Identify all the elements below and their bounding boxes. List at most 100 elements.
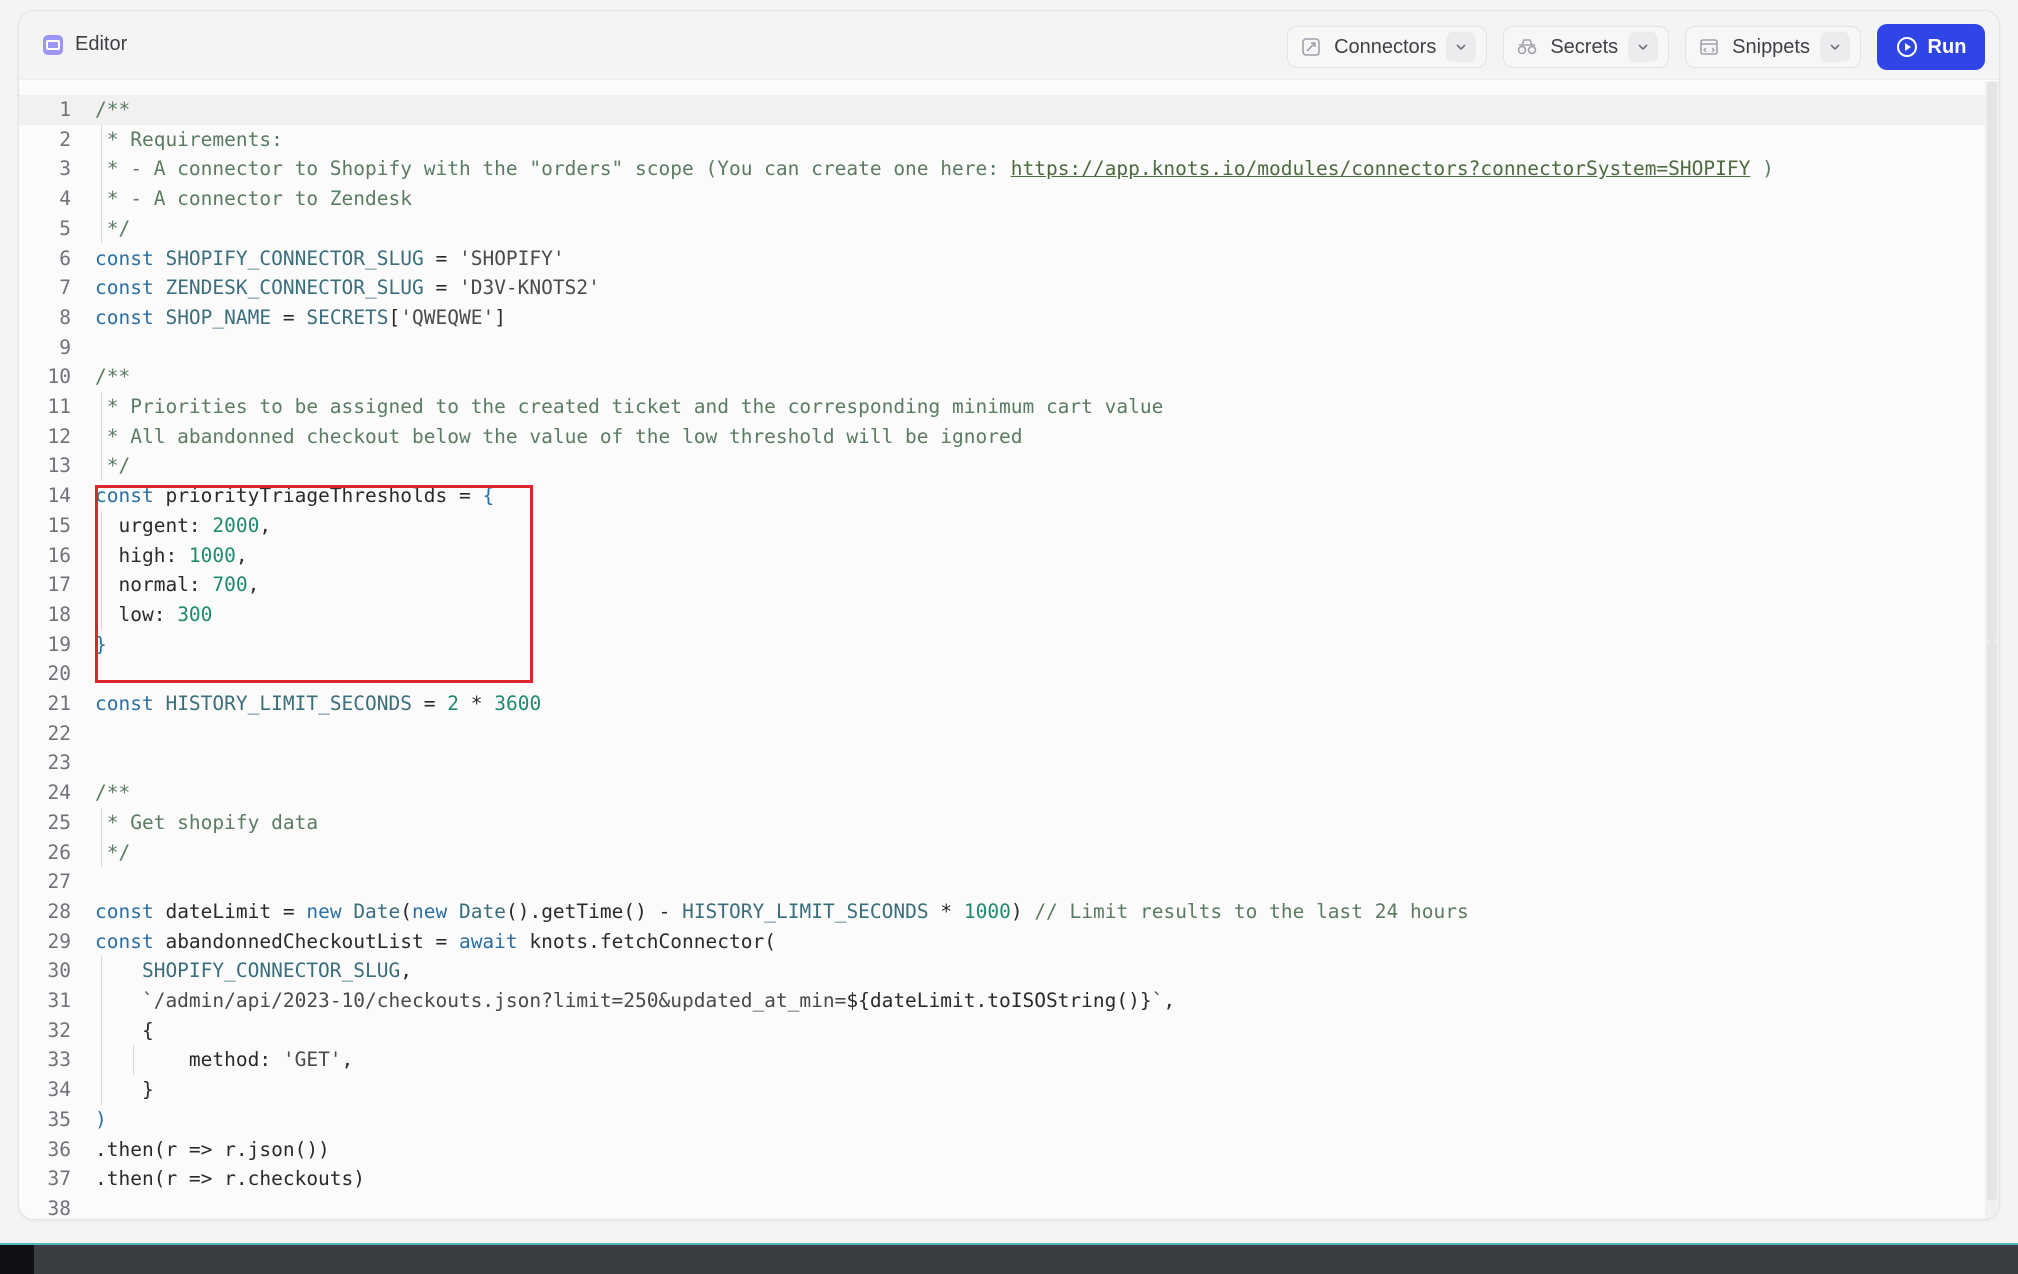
line-number: 1 xyxy=(59,98,71,121)
code-token: * Requirements: xyxy=(95,127,283,151)
code-token: new xyxy=(306,899,354,923)
code-line[interactable]: 27 xyxy=(19,867,1985,897)
code-token: } xyxy=(95,1078,154,1102)
code-token: = xyxy=(423,246,459,270)
indent-guide xyxy=(101,807,102,868)
code-line[interactable]: 38 xyxy=(19,1194,1985,1220)
code-line[interactable]: 21 const HISTORY_LIMIT_SECONDS = 2 * 3600 xyxy=(19,689,1985,719)
line-number: 19 xyxy=(47,632,71,656)
code-token: abandonnedCheckoutList = xyxy=(165,929,459,953)
chevron-down-icon[interactable] xyxy=(1446,32,1477,62)
code-token: 'GET' xyxy=(282,1048,342,1072)
editor-title: Editor xyxy=(75,33,128,55)
chevron-down-icon[interactable] xyxy=(1628,32,1659,62)
scrollbar[interactable] xyxy=(1985,81,1999,1219)
code-line[interactable]: 4 * - A connector to Zendesk xyxy=(19,184,1985,214)
code-text: } xyxy=(95,1075,154,1105)
code-line[interactable]: 36 .then(r => r.json()) xyxy=(19,1135,1985,1165)
code-token: const xyxy=(95,246,166,270)
code-line[interactable]: 9 xyxy=(19,333,1985,363)
code-line[interactable]: 3 * - A connector to Shopify with the "o… xyxy=(19,154,1985,184)
line-number: 32 xyxy=(47,1018,71,1042)
code-line[interactable]: 12 * All abandonned checkout below the v… xyxy=(19,422,1985,452)
code-token: 'QWEQWE' xyxy=(400,305,495,329)
line-number: 26 xyxy=(47,840,71,864)
code-token: 2 xyxy=(447,692,459,715)
code-text: * Priorities to be assigned to the creat… xyxy=(95,392,1164,422)
editor-icon xyxy=(43,34,63,55)
code-line[interactable]: 25 * Get shopify data xyxy=(19,808,1985,838)
code-link[interactable]: https://app.knots.io/modules/connectors?… xyxy=(1011,157,1751,180)
code-token: 'SHOPIFY' xyxy=(458,246,565,270)
code-token: = xyxy=(423,276,459,300)
code-line[interactable]: 8 const SHOP_NAME = SECRETS['QWEQWE'] xyxy=(19,303,1985,333)
scrollbar-thumb-lower[interactable] xyxy=(1987,641,1997,1201)
code-line[interactable]: 29 const abandonnedCheckoutList = await k… xyxy=(19,927,1985,957)
line-number: 13 xyxy=(47,454,71,478)
play-icon xyxy=(1896,36,1918,58)
code-line[interactable]: 28 const dateLimit = new Date(new Date().… xyxy=(19,897,1985,927)
chevron-down-icon[interactable] xyxy=(1820,32,1850,62)
line-number: 38 xyxy=(47,1196,71,1220)
code-token: const xyxy=(95,899,166,923)
editor-panel: Editor Connectors Secrets Snippets Run 1… xyxy=(18,10,2000,1220)
code-text: const ZENDESK_CONNECTOR_SLUG = 'D3V-KNOT… xyxy=(95,273,600,303)
line-number: 23 xyxy=(47,751,71,775)
scrollbar-thumb[interactable] xyxy=(1987,81,1997,641)
code-token: Date xyxy=(459,899,506,923)
code-line[interactable]: 10 /** xyxy=(19,362,1985,392)
line-number: 37 xyxy=(47,1167,71,1191)
code-line[interactable]: 2 * Requirements: xyxy=(19,125,1985,155)
code-token: /** xyxy=(95,781,131,805)
code-line[interactable]: 22 xyxy=(19,719,1985,749)
code-token: new xyxy=(412,899,459,923)
code-line[interactable]: 30 SHOPIFY_CONNECTOR_SLUG, xyxy=(19,956,1985,986)
toolbar: Connectors Secrets Snippets Run xyxy=(1287,24,1985,70)
code-token: , xyxy=(1163,989,1176,1012)
code-token: /** xyxy=(95,365,131,389)
code-line[interactable]: 6 const SHOPIFY_CONNECTOR_SLUG = 'SHOPIFY… xyxy=(19,244,1985,274)
code-text: * All abandonned checkout below the valu… xyxy=(95,422,1023,452)
code-token: /** xyxy=(95,98,131,121)
code-token: ZENDESK_CONNECTOR_SLUG xyxy=(165,276,424,300)
code-text: * Get shopify data xyxy=(95,808,318,838)
secrets-button[interactable]: Secrets xyxy=(1503,26,1670,68)
code-token: , xyxy=(341,1048,354,1072)
code-text: const SHOP_NAME = SECRETS['QWEQWE'] xyxy=(95,303,506,333)
code-token: ${dateLimit.toISOString()} xyxy=(846,989,1152,1012)
connectors-button[interactable]: Connectors xyxy=(1287,26,1488,68)
code-line[interactable]: 5 */ xyxy=(19,214,1985,244)
start-button[interactable] xyxy=(0,1245,34,1274)
code-token: HISTORY_LIMIT_SECONDS xyxy=(682,899,929,923)
code-line[interactable]: 37 .then(r => r.checkouts) xyxy=(19,1164,1985,1194)
code-line[interactable]: 24 /** xyxy=(19,778,1985,808)
code-token: .then(r => r.checkouts) xyxy=(95,1167,366,1191)
code-line[interactable]: 31 `/admin/api/2023-10/checkouts.json?li… xyxy=(19,986,1985,1016)
run-button[interactable]: Run xyxy=(1877,24,1985,70)
line-number: 6 xyxy=(59,246,71,270)
code-token: method: xyxy=(95,1048,283,1072)
code-text: const HISTORY_LIMIT_SECONDS = 2 * 3600 xyxy=(95,689,541,719)
code-line[interactable]: 11 * Priorities to be assigned to the cr… xyxy=(19,392,1985,422)
code-token: ( xyxy=(400,899,413,923)
code-line[interactable]: 23 xyxy=(19,748,1985,778)
code-text: * - A connector to Shopify with the "ord… xyxy=(95,154,1774,184)
code-line[interactable]: 35) xyxy=(19,1105,1985,1135)
code-token: SHOP_NAME xyxy=(165,305,272,329)
code-token: await xyxy=(458,929,530,953)
code-line[interactable]: 13 */ xyxy=(19,451,1985,481)
code-line[interactable]: 1 /** xyxy=(19,95,1985,125)
code-line[interactable]: 33 method: 'GET', xyxy=(19,1045,1985,1075)
code-line[interactable]: 26 */ xyxy=(19,838,1985,868)
line-number: 10 xyxy=(47,365,71,389)
code-token: * Get shopify data xyxy=(95,810,319,834)
code-text: .then(r => r.checkouts) xyxy=(95,1164,365,1194)
code-line[interactable]: 32 { xyxy=(19,1016,1985,1046)
code-token: const xyxy=(95,692,166,715)
indent-guide xyxy=(133,1045,134,1076)
line-number: 31 xyxy=(47,989,71,1012)
code-line[interactable]: 34 } xyxy=(19,1075,1985,1105)
snippets-button[interactable]: Snippets xyxy=(1685,26,1861,68)
code-line[interactable]: 7 const ZENDESK_CONNECTOR_SLUG = 'D3V-KNO… xyxy=(19,273,1985,303)
code-token: const xyxy=(95,305,166,329)
